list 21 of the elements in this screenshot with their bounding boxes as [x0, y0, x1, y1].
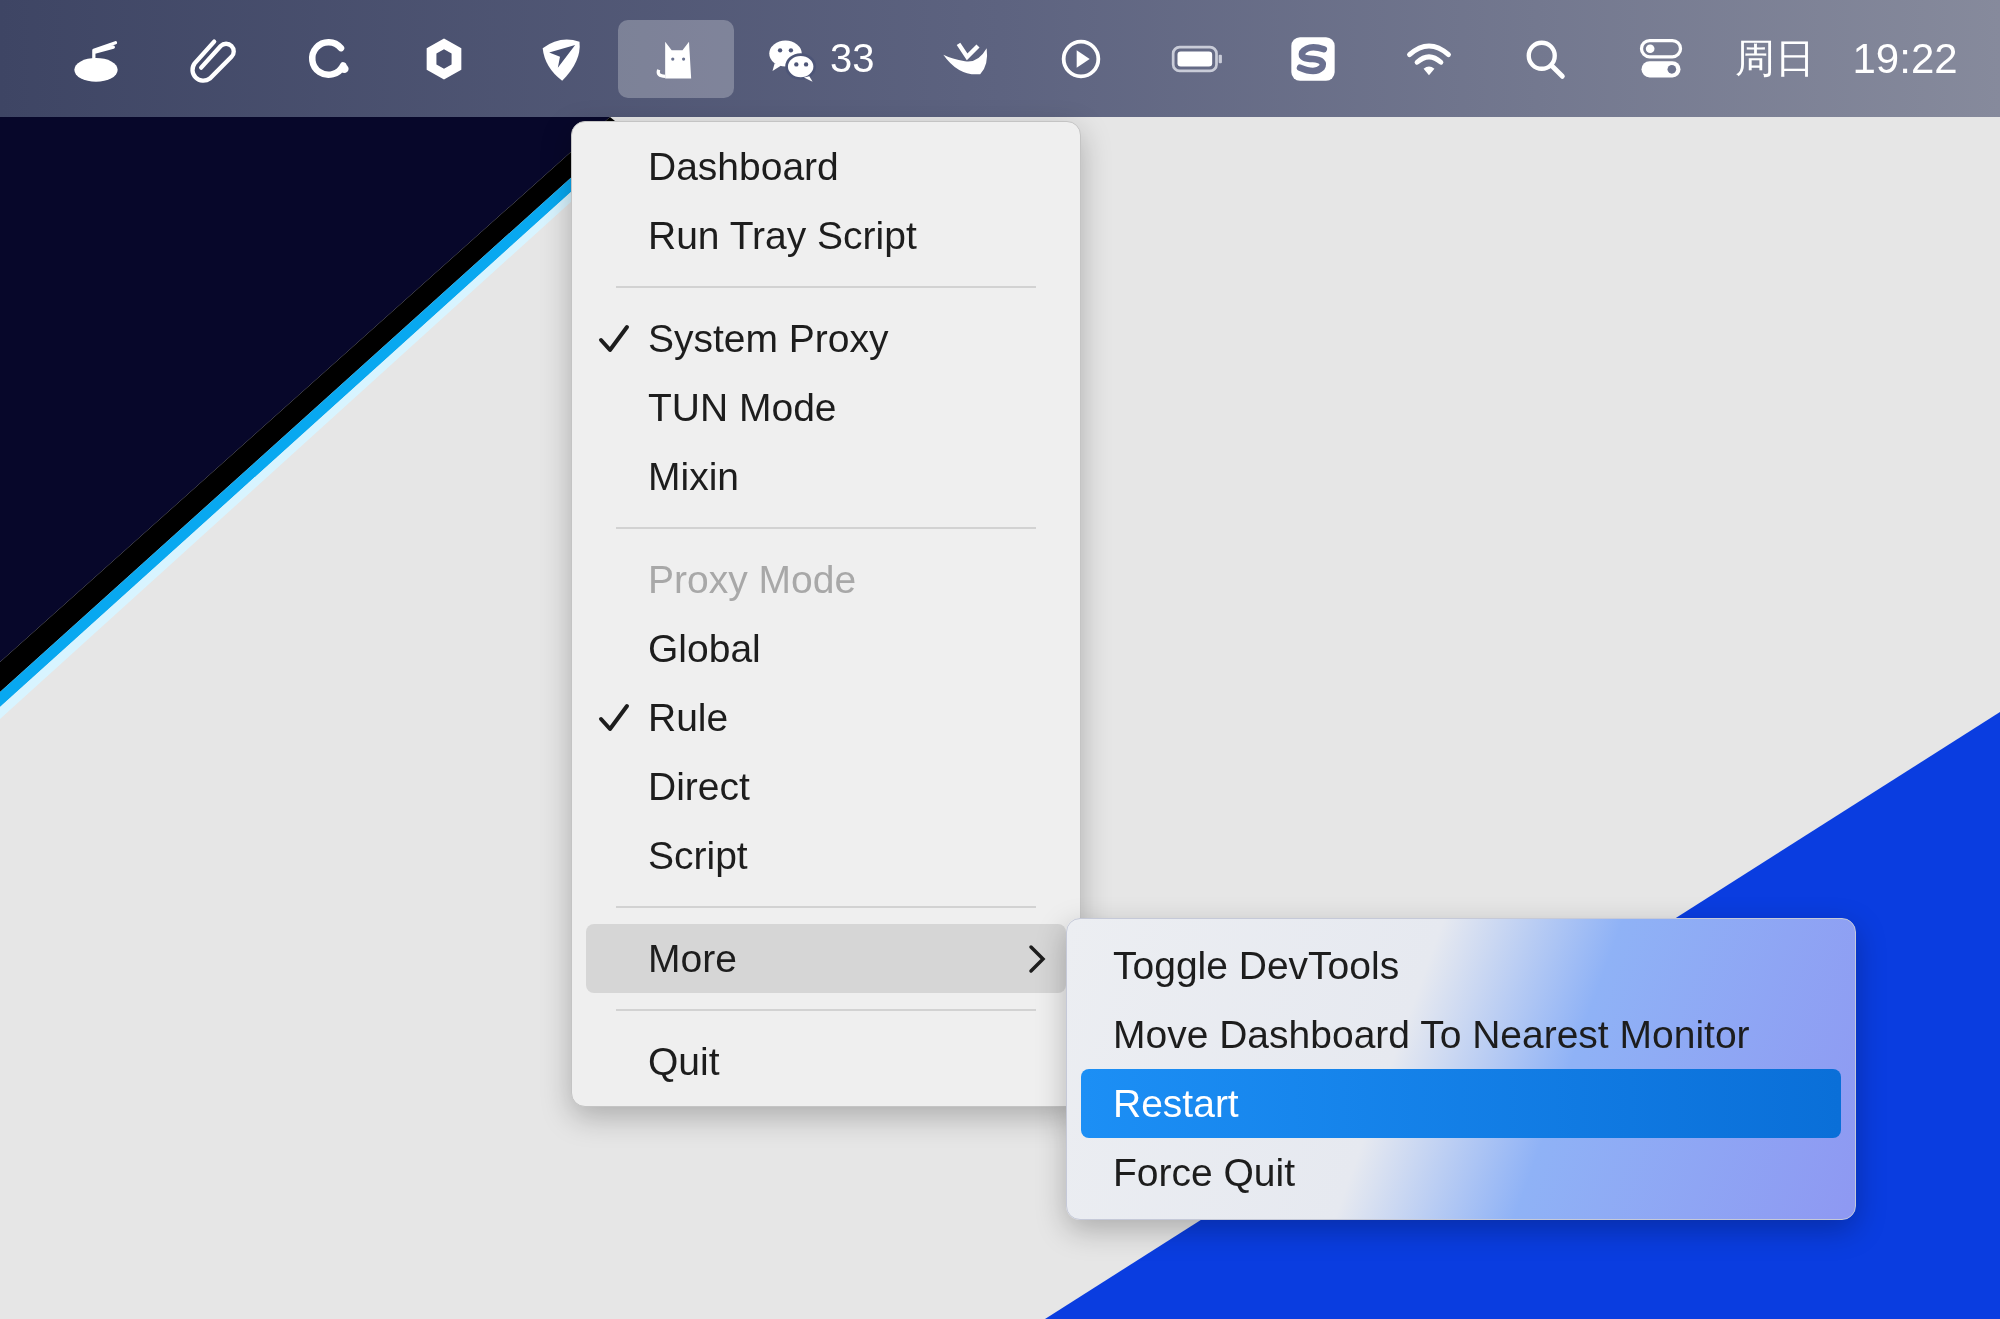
menu-item[interactable]: Global: [586, 614, 1066, 683]
menu-item[interactable]: Mixin: [586, 442, 1066, 511]
clock-time: 19:22: [1852, 34, 1958, 83]
menu-item[interactable]: Restart: [1081, 1069, 1841, 1138]
menu-item[interactable]: Rule: [586, 683, 1066, 752]
menu-item[interactable]: TUN Mode: [586, 373, 1066, 442]
menu-item[interactable]: Run Tray Script: [586, 201, 1066, 270]
menu-item[interactable]: Force Quit: [1081, 1138, 1841, 1207]
menu-item[interactable]: Dashboard: [586, 132, 1066, 201]
menu-item[interactable]: System Proxy: [586, 304, 1066, 373]
menu-item[interactable]: Quit: [586, 1027, 1066, 1096]
status-item[interactable]: 33: [734, 19, 907, 98]
weekday: 周日: [1734, 35, 1815, 82]
menu-item[interactable]: More: [586, 924, 1066, 993]
menu-item[interactable]: Direct: [586, 752, 1066, 821]
menu-item[interactable]: Script: [586, 821, 1066, 890]
unread-count: 33: [830, 36, 875, 81]
menu-item[interactable]: Move Dashboard To Nearest Monitor: [1081, 1000, 1841, 1069]
status-item[interactable]: [618, 19, 734, 98]
menu-item[interactable]: Toggle DevTools: [1081, 931, 1841, 1000]
chevron-right-icon: [1028, 944, 1046, 974]
